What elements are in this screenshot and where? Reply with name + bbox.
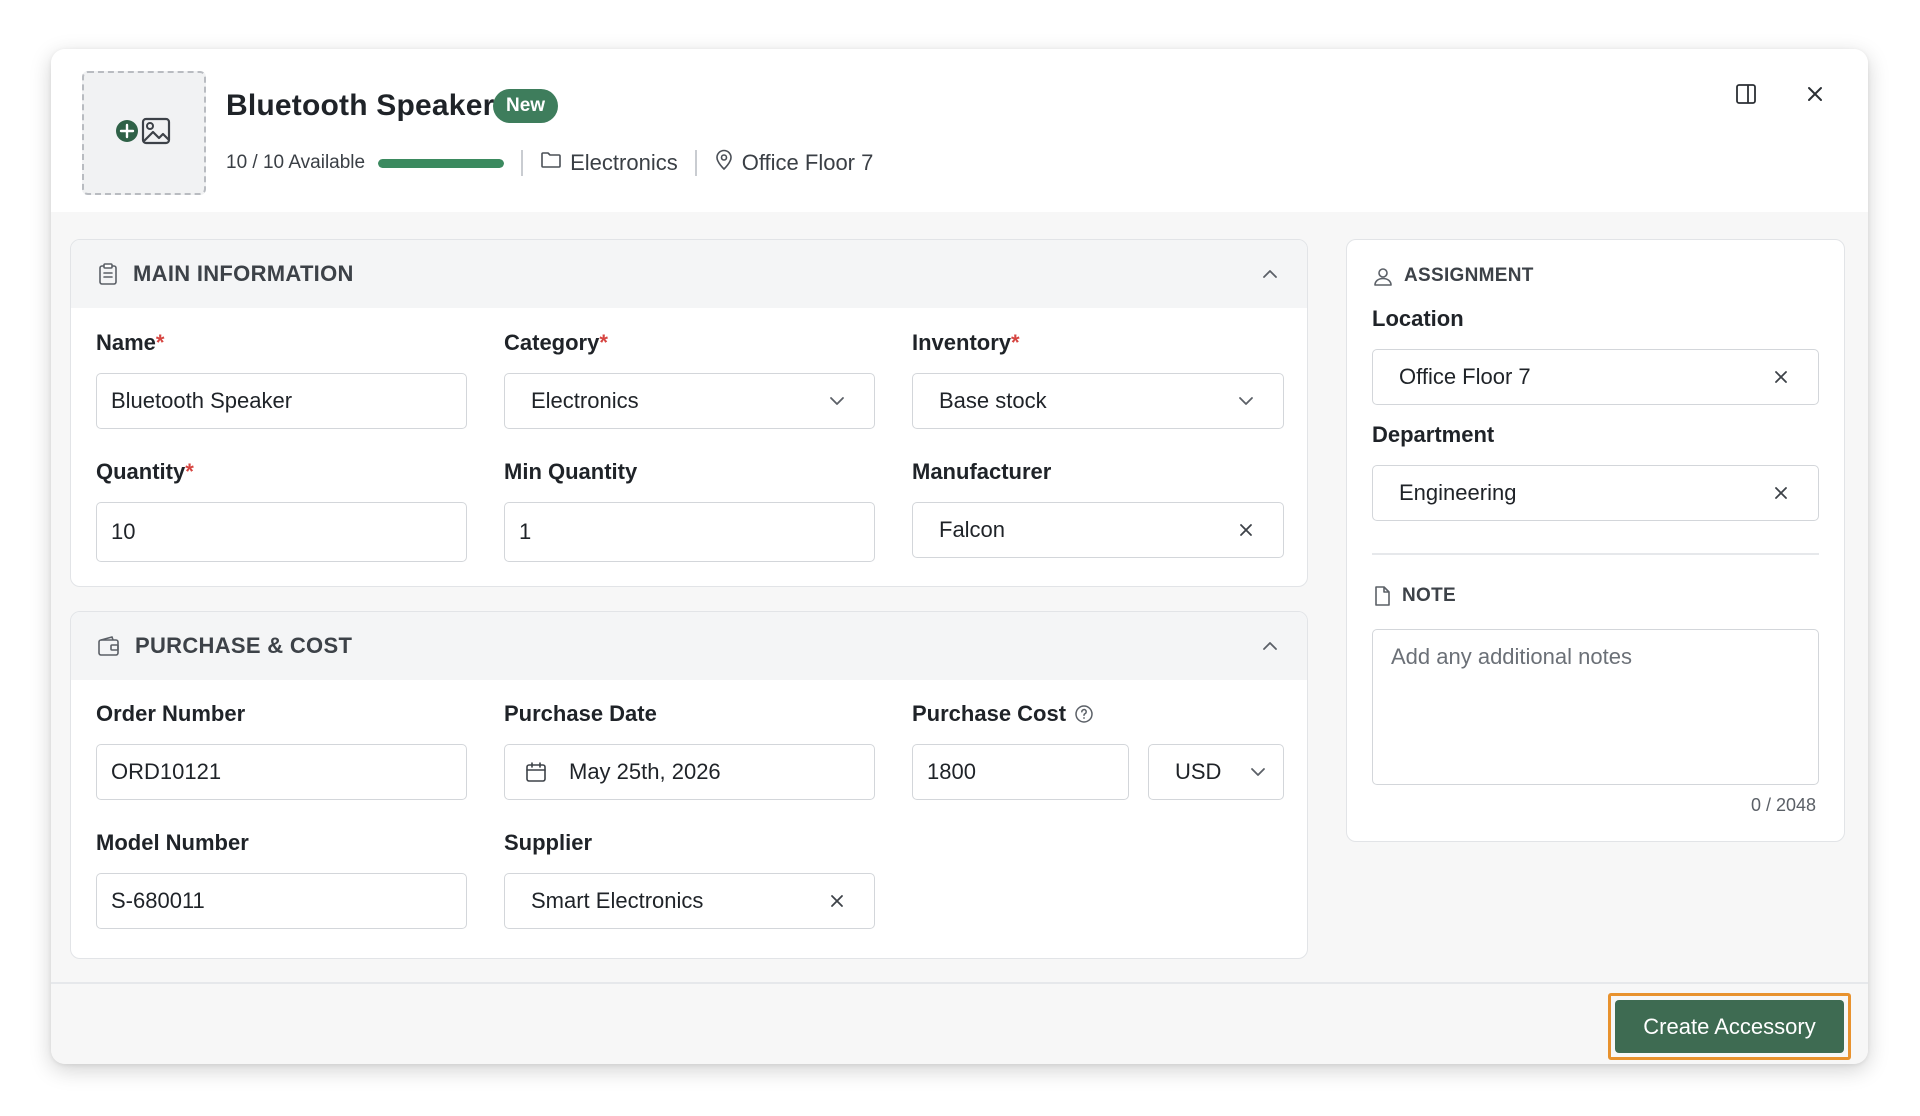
department-label: Department xyxy=(1372,422,1495,447)
collapse-purchase-cost-button[interactable] xyxy=(1259,635,1281,657)
quantity-label: Quantity* xyxy=(96,459,194,484)
create-accessory-modal: Bluetooth Speaker New 10 / 10 Available … xyxy=(51,49,1868,1064)
divider xyxy=(1372,553,1819,555)
modal-header: Bluetooth Speaker New 10 / 10 Available … xyxy=(51,49,1868,212)
clear-manufacturer-button[interactable] xyxy=(1235,519,1257,541)
clear-department-button[interactable] xyxy=(1770,482,1792,504)
close-icon xyxy=(1805,84,1825,109)
order-number-label: Order Number xyxy=(96,701,246,726)
availability-text: 10 / 10 Available xyxy=(226,152,366,173)
main-information-header[interactable]: MAIN INFORMATION xyxy=(71,240,1307,308)
notes-character-counter: 0 / 2048 xyxy=(1751,795,1817,815)
chevron-up-icon xyxy=(1263,642,1277,650)
chevron-up-icon xyxy=(1263,270,1277,278)
purchase-cost-header[interactable]: PURCHASE & COST xyxy=(71,612,1307,680)
purchase-date-label: Purchase Date xyxy=(504,701,657,726)
model-number-label: Model Number xyxy=(96,830,249,855)
split-panel-icon xyxy=(1734,82,1758,111)
manufacturer-label: Manufacturer xyxy=(912,459,1052,484)
purchase-cost-input[interactable]: 1800 xyxy=(912,744,1129,800)
divider xyxy=(694,150,697,176)
note-title: NOTE xyxy=(1402,585,1456,606)
min-quantity-label: Min Quantity xyxy=(504,459,638,484)
create-accessory-button[interactable]: Create Accessory xyxy=(1615,1000,1844,1053)
name-input[interactable]: Bluetooth Speaker xyxy=(96,373,467,429)
add-image-icon xyxy=(115,114,173,153)
close-icon xyxy=(831,895,843,907)
clear-supplier-button[interactable] xyxy=(826,890,848,912)
availability-progress-fill xyxy=(378,158,505,168)
purchase-cost-label: Purchase Cost xyxy=(912,701,1094,727)
category-label: Category* xyxy=(504,330,608,355)
page-title: Bluetooth Speaker xyxy=(226,89,495,122)
header-category: Electronics xyxy=(540,150,678,176)
modal-footer xyxy=(51,982,1868,1064)
purchase-date-picker[interactable]: May 25th, 2026 xyxy=(504,744,875,800)
note-header: NOTE xyxy=(1372,585,1456,607)
currency-select[interactable]: USD xyxy=(1148,744,1284,800)
location-select[interactable]: Office Floor 7 xyxy=(1372,349,1819,405)
header-category-label: Electronics xyxy=(570,150,678,175)
manufacturer-select[interactable]: Falcon xyxy=(912,502,1284,558)
folder-icon xyxy=(540,150,562,176)
document-icon xyxy=(1372,585,1392,607)
toggle-panel-button[interactable] xyxy=(1727,77,1765,115)
chevron-down-icon xyxy=(1235,390,1257,412)
assignment-title: ASSIGNMENT xyxy=(1404,265,1534,286)
purchase-cost-title: PURCHASE & COST xyxy=(135,633,353,658)
department-select[interactable]: Engineering xyxy=(1372,465,1819,521)
location-label: Location xyxy=(1372,306,1464,331)
availability-progress-bar xyxy=(378,158,505,168)
chevron-down-icon xyxy=(826,390,848,412)
close-button[interactable] xyxy=(1796,77,1834,115)
name-label: Name* xyxy=(96,330,165,355)
quantity-input[interactable]: 10 xyxy=(96,502,467,562)
header-location: Office Floor 7 xyxy=(714,149,874,177)
clipboard-icon xyxy=(97,262,119,286)
wallet-icon xyxy=(97,635,121,657)
status-badge: New xyxy=(493,89,559,123)
image-upload-placeholder[interactable] xyxy=(82,71,206,195)
order-number-input[interactable]: ORD10121 xyxy=(96,744,467,800)
close-icon xyxy=(1240,524,1252,536)
clear-location-button[interactable] xyxy=(1770,366,1792,388)
notes-textarea[interactable] xyxy=(1372,629,1819,785)
divider xyxy=(521,150,524,176)
chevron-down-icon xyxy=(1247,761,1269,783)
header-location-label: Office Floor 7 xyxy=(741,150,874,175)
user-pin-icon xyxy=(1372,265,1394,287)
header-meta: 10 / 10 Available Electronics Office Flo… xyxy=(226,147,873,179)
create-button-focus-outline: Create Accessory xyxy=(1608,993,1851,1060)
supplier-select[interactable]: Smart Electronics xyxy=(504,873,875,929)
inventory-select[interactable]: Base stock xyxy=(912,373,1284,429)
min-quantity-input[interactable]: 1 xyxy=(504,502,875,562)
assignment-header: ASSIGNMENT xyxy=(1372,265,1534,287)
model-number-input[interactable]: S-680011 xyxy=(96,873,467,929)
main-information-title: MAIN INFORMATION xyxy=(133,261,354,286)
close-icon xyxy=(1775,371,1787,383)
close-icon xyxy=(1775,487,1787,499)
collapse-main-information-button[interactable] xyxy=(1259,263,1281,285)
inventory-label: Inventory* xyxy=(912,330,1020,355)
supplier-label: Supplier xyxy=(504,830,593,855)
help-circle-icon[interactable] xyxy=(1074,704,1094,724)
category-select[interactable]: Electronics xyxy=(504,373,875,429)
calendar-icon xyxy=(525,761,547,783)
map-pin-icon xyxy=(714,149,734,177)
